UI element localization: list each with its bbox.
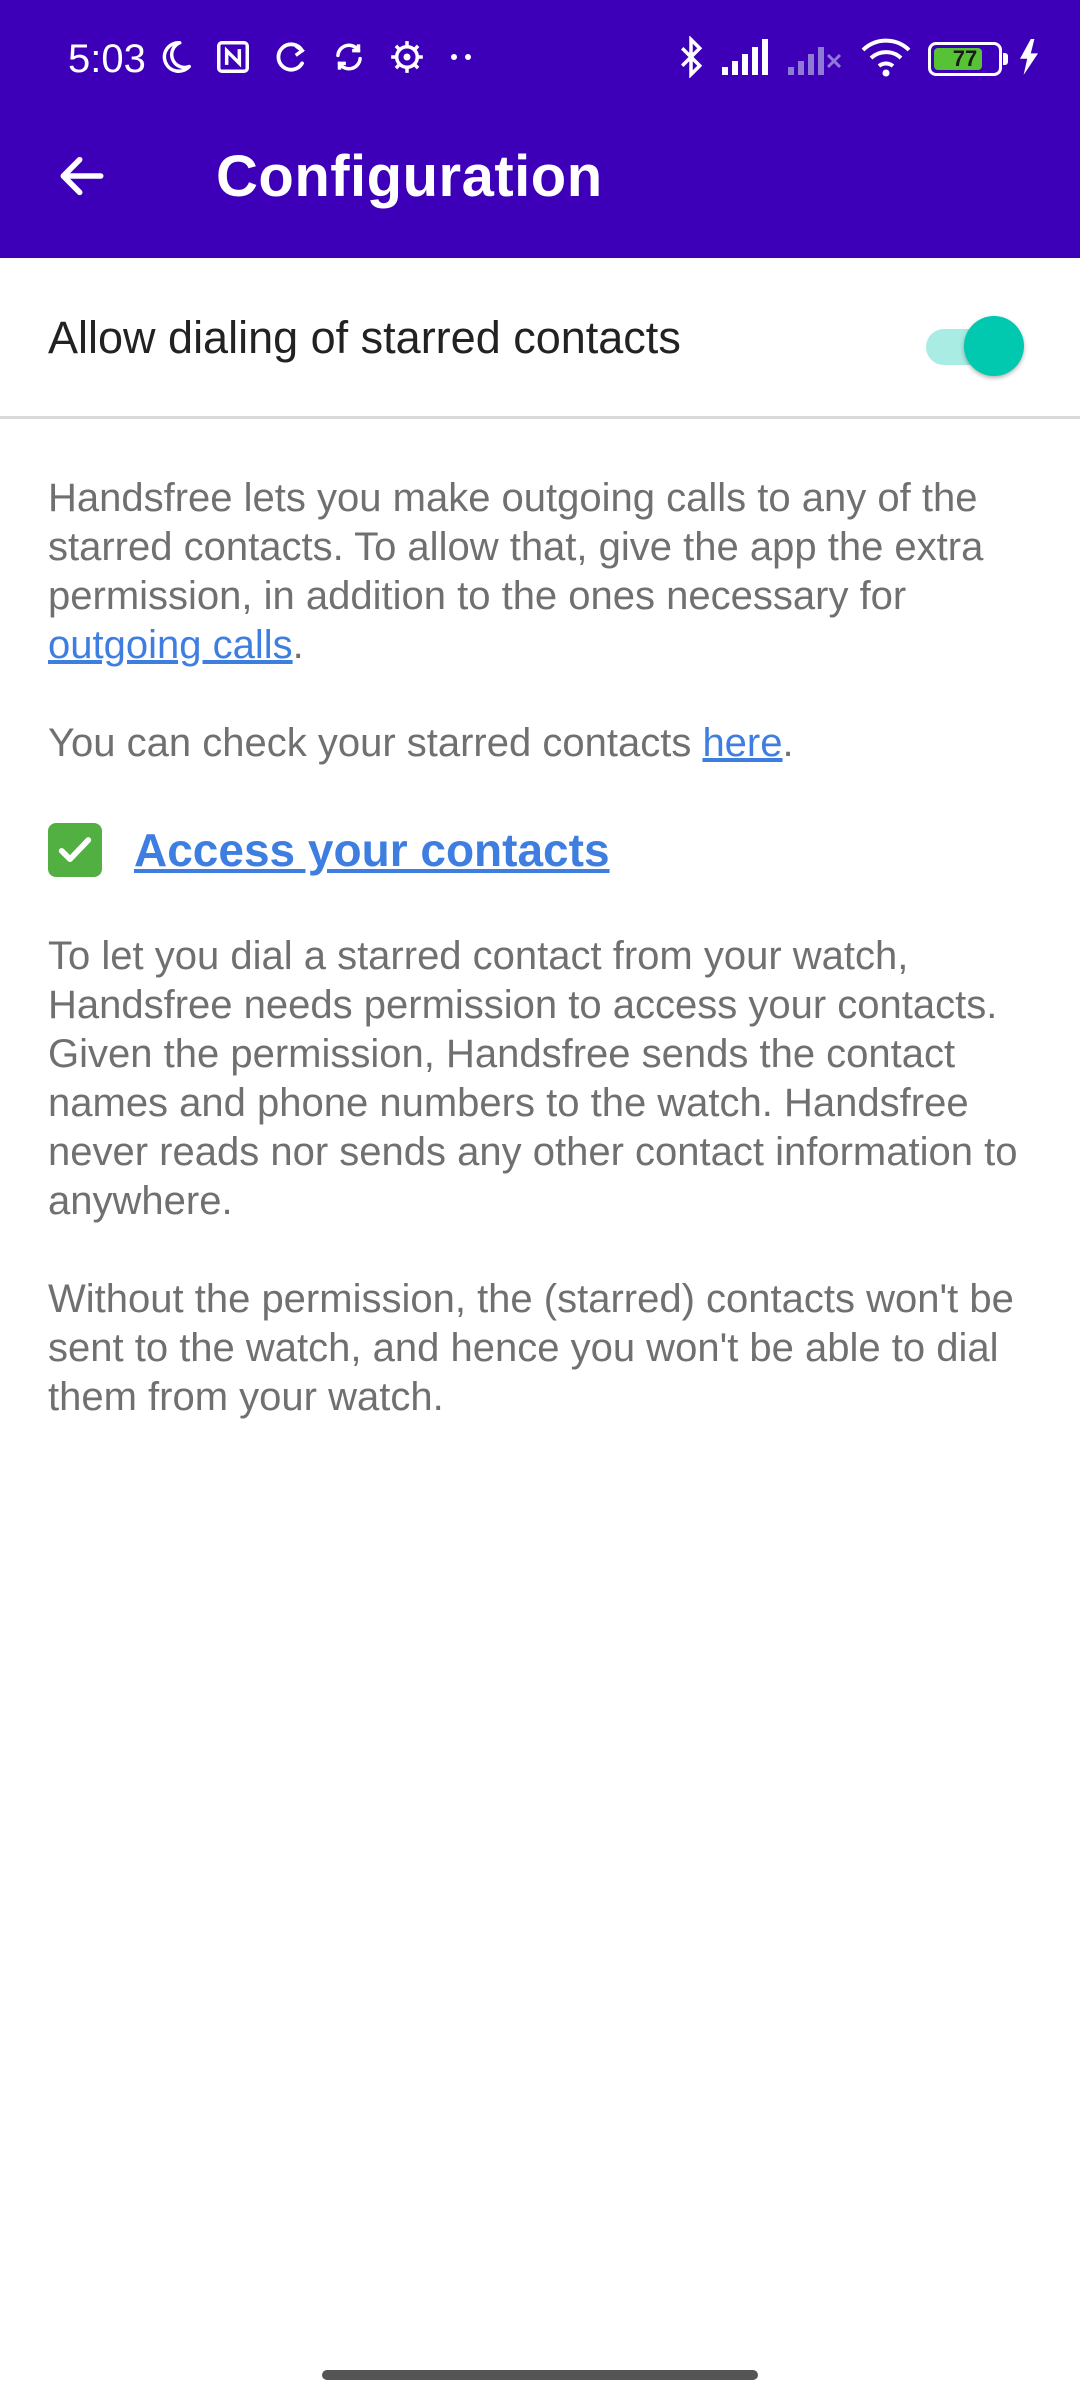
- home-indicator[interactable]: [322, 2370, 758, 2380]
- status-time: 5:03: [68, 37, 146, 81]
- status-bar: 5:03 77: [0, 0, 1080, 118]
- sync-icon: [272, 38, 310, 81]
- outgoing-calls-link[interactable]: outgoing calls: [48, 623, 293, 667]
- battery-icon: 77: [928, 42, 1008, 76]
- access-contacts-link[interactable]: Access your contacts: [134, 820, 610, 880]
- bluetooth-icon: [676, 34, 706, 83]
- more-dots-icon: [446, 47, 476, 72]
- sync-alt-icon: [330, 38, 368, 81]
- arrow-back-icon: [60, 156, 104, 196]
- nfc-icon: [214, 38, 252, 81]
- charging-icon: [1018, 38, 1040, 80]
- moon-icon: [156, 38, 194, 81]
- contacts-permission-row: Access your contacts: [48, 817, 1038, 883]
- signal-off-icon: [788, 39, 844, 80]
- wifi-icon: [860, 37, 912, 82]
- intro-text: Handsfree lets you make outgoing calls t…: [48, 476, 984, 618]
- permission-explanation-paragraph: To let you dial a starred contact from y…: [48, 934, 1018, 1223]
- intro-end: .: [292, 623, 304, 667]
- starred-contacts-here-link[interactable]: here: [702, 721, 782, 765]
- starred-contacts-paragraph: You can check your starred contacts here…: [48, 719, 1038, 768]
- battery-level: 77: [952, 46, 978, 71]
- status-right-icons: 77: [660, 34, 1040, 84]
- settings-gear-icon: [388, 38, 426, 81]
- setting-label: Allow dialing of starred contacts: [48, 312, 681, 363]
- intro-paragraph: Handsfree lets you make outgoing calls t…: [48, 474, 1038, 670]
- allow-starred-dialing-setting[interactable]: Allow dialing of starred contacts: [0, 258, 1080, 419]
- app-bar: 5:03 77 Configuration: [0, 0, 1080, 258]
- toggle-thumb: [964, 316, 1024, 376]
- check-mark-icon: [48, 823, 102, 877]
- starred-end: .: [782, 721, 794, 765]
- status-left-icons: [156, 36, 496, 82]
- allow-starred-dialing-toggle[interactable]: [922, 312, 1026, 376]
- description-content: Handsfree lets you make outgoing calls t…: [48, 474, 1038, 1471]
- back-button[interactable]: [40, 134, 124, 218]
- signal-icon: [722, 38, 772, 80]
- starred-text: You can check your starred contacts: [48, 721, 703, 765]
- no-permission-paragraph: Without the permission, the (starred) co…: [48, 1277, 1014, 1419]
- page-title: Configuration: [216, 144, 603, 209]
